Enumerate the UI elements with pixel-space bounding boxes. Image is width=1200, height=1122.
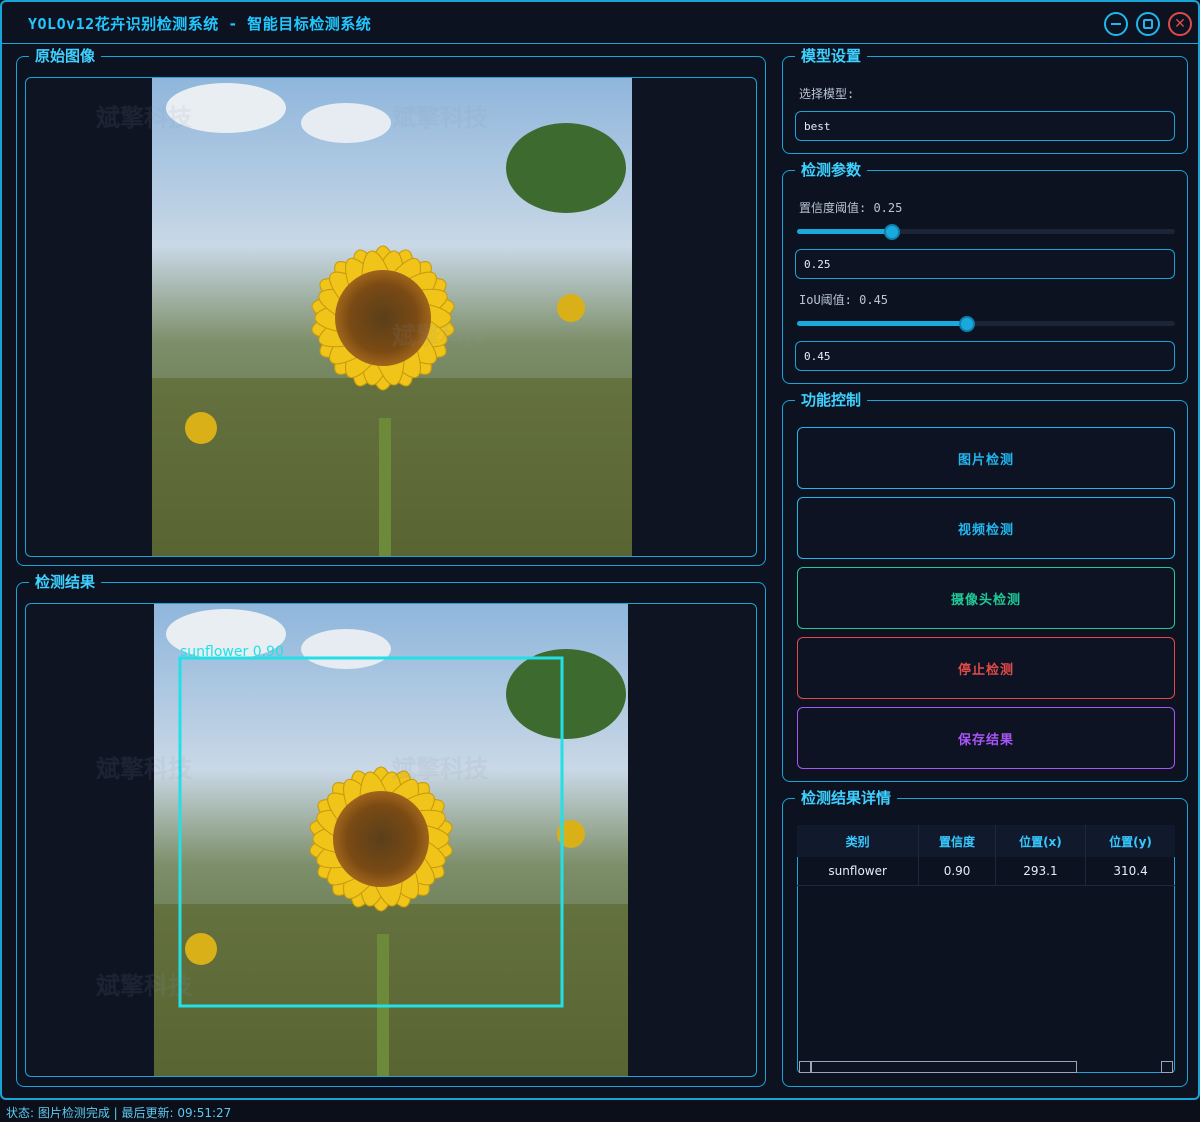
image-detect-button[interactable]: 图片检测 <box>797 427 1175 489</box>
result-image-panel: 检测结果 sunflower 0.90 斌擎科技 斌擎科技 斌擎科技 <box>16 573 766 1087</box>
maximize-button[interactable] <box>1136 12 1160 36</box>
watermark: 斌擎科技 <box>96 972 192 1000</box>
cell-y: 310.4 <box>1085 857 1175 886</box>
watermark: 斌擎科技 <box>392 104 488 132</box>
results-detail-panel: 检测结果详情 类别 置信度 位置(x) 位置(y) sunflower 0.90… <box>782 789 1188 1087</box>
video-detect-button[interactable]: 视频检测 <box>797 497 1175 559</box>
conf-threshold-input[interactable]: 0.25 <box>795 249 1175 279</box>
watermark: 斌擎科技 <box>96 104 192 132</box>
detect-params-title: 检测参数 <box>795 161 868 179</box>
table-header-row: 类别 置信度 位置(x) 位置(y) <box>797 825 1175 857</box>
detection-label: sunflower 0.90 <box>180 644 284 660</box>
app-window: YOLOv12花卉识别检测系统 - 智能目标检测系统 ✕ 原始图像 斌擎科技 斌… <box>0 0 1200 1100</box>
result-image-title: 检测结果 <box>29 573 102 591</box>
result-image-frame: sunflower 0.90 斌擎科技 斌擎科技 斌擎科技 <box>25 603 757 1077</box>
conf-threshold-label: 置信度阈值: 0.25 <box>799 201 903 215</box>
iou-slider-thumb[interactable] <box>959 316 976 332</box>
model-settings-title: 模型设置 <box>795 47 868 65</box>
function-control-panel: 功能控制 图片检测 视频检测 摄像头检测 停止检测 保存结果 <box>782 391 1188 782</box>
conf-slider-fill <box>797 229 892 234</box>
detect-params-panel: 检测参数 置信度阈值: 0.25 0.25 IoU阈值: 0.45 0.45 <box>782 161 1188 384</box>
title-bar[interactable]: YOLOv12花卉识别检测系统 - 智能目标检测系统 ✕ <box>2 2 1198 44</box>
iou-threshold-input[interactable]: 0.45 <box>795 341 1175 371</box>
window-title: YOLOv12花卉识别检测系统 - 智能目标检测系统 <box>28 15 372 33</box>
watermark: 斌擎科技 <box>392 755 488 783</box>
function-control-title: 功能控制 <box>795 391 868 409</box>
results-table: 类别 置信度 位置(x) 位置(y) sunflower 0.90 293.1 … <box>797 825 1175 886</box>
stop-detect-button[interactable]: 停止检测 <box>797 637 1175 699</box>
table-row[interactable]: sunflower 0.90 293.1 310.4 <box>797 857 1175 886</box>
scroll-right-arrow[interactable] <box>1161 1061 1173 1073</box>
conf-threshold-slider[interactable] <box>797 224 1175 240</box>
model-select[interactable]: best <box>795 111 1175 141</box>
camera-detect-button[interactable]: 摄像头检测 <box>797 567 1175 629</box>
status-bar: 状态: 图片检测完成 | 最后更新: 09:51:27 <box>0 1100 1200 1122</box>
result-image <box>154 604 628 1076</box>
iou-threshold-label: IoU阈值: 0.45 <box>799 293 889 307</box>
minimize-icon <box>1111 23 1121 25</box>
save-result-button[interactable]: 保存结果 <box>797 707 1175 769</box>
column-header-y[interactable]: 位置(y) <box>1085 825 1175 857</box>
cell-confidence: 0.90 <box>918 857 996 886</box>
watermark: 斌擎科技 <box>96 755 192 783</box>
watermark: 斌擎科技 <box>392 322 488 350</box>
model-select-label: 选择模型: <box>799 87 855 101</box>
conf-slider-thumb[interactable] <box>883 224 900 240</box>
original-image-panel: 原始图像 斌擎科技 斌擎科技 斌擎科技 <box>16 47 766 566</box>
column-header-confidence[interactable]: 置信度 <box>918 825 996 857</box>
iou-slider-fill <box>797 321 968 326</box>
model-settings-panel: 模型设置 选择模型: best <box>782 47 1188 154</box>
horizontal-scrollbar[interactable] <box>797 1061 1175 1073</box>
scroll-left-arrow[interactable] <box>799 1061 811 1073</box>
results-detail-title: 检测结果详情 <box>795 789 898 807</box>
column-header-x[interactable]: 位置(x) <box>995 825 1087 857</box>
cell-x: 293.1 <box>995 857 1087 886</box>
original-image-frame: 斌擎科技 斌擎科技 斌擎科技 <box>25 77 757 557</box>
original-image-title: 原始图像 <box>29 47 102 65</box>
scrollbar-thumb[interactable] <box>811 1061 1077 1073</box>
close-icon: ✕ <box>1174 16 1186 32</box>
close-button[interactable]: ✕ <box>1168 12 1192 36</box>
cell-class: sunflower <box>797 857 920 886</box>
minimize-button[interactable] <box>1104 12 1128 36</box>
column-header-class[interactable]: 类别 <box>797 825 920 857</box>
iou-threshold-slider[interactable] <box>797 316 1175 332</box>
maximize-icon <box>1143 19 1153 29</box>
